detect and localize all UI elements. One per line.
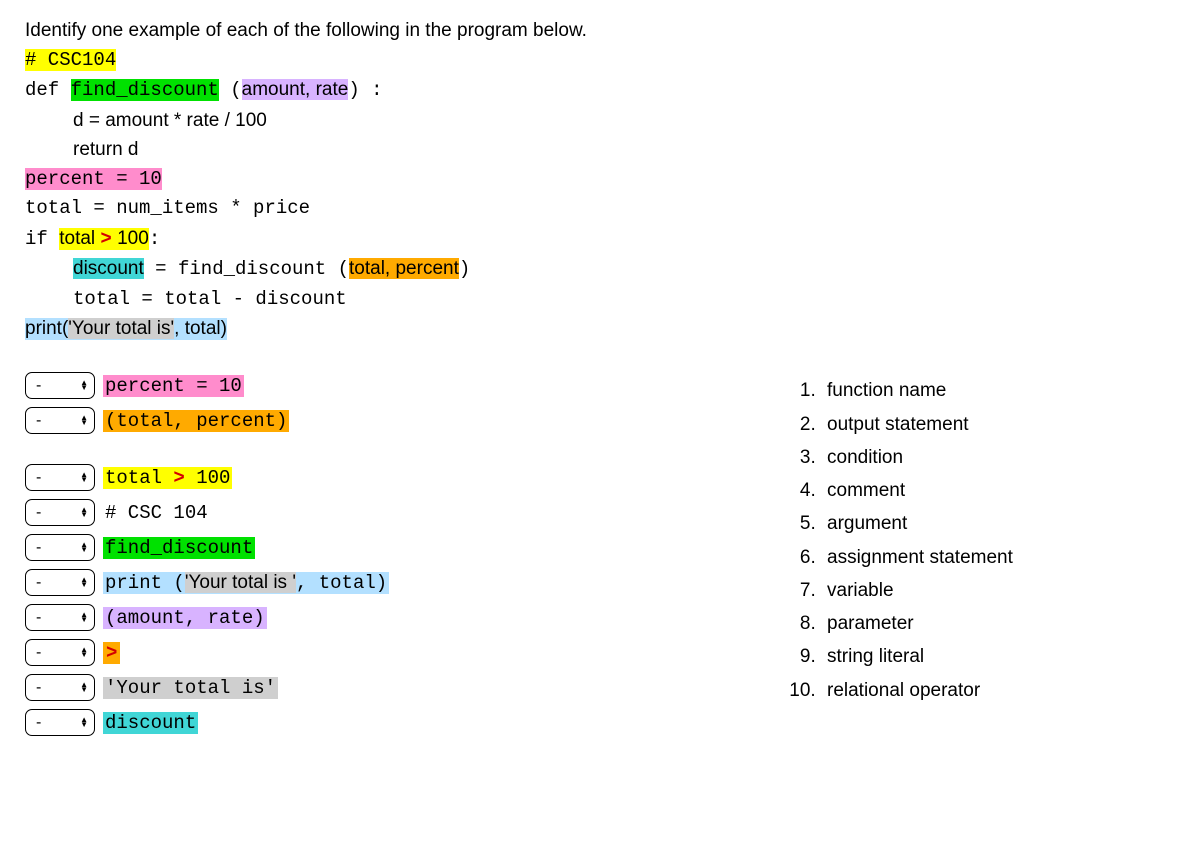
match-label: find_discount [103, 537, 255, 559]
stepper-icon: ▲▼ [80, 648, 88, 657]
stepper-icon: ▲▼ [80, 381, 88, 390]
dropdown-selector[interactable]: - ▲▼ [25, 639, 95, 666]
code-text: def [25, 79, 71, 101]
code-text: : [149, 228, 160, 250]
stepper-icon: ▲▼ [80, 416, 88, 425]
code-block: # CSC104 def find_discount (amount, rate… [25, 46, 1175, 344]
answer-item: condition [821, 441, 1013, 474]
answer-item: assignment statement [821, 541, 1013, 574]
dropdown-value: - [36, 377, 55, 395]
answer-item: relational operator [821, 674, 1013, 707]
dropdown-selector[interactable]: - ▲▼ [25, 534, 95, 561]
match-label: (total, percent) [103, 410, 289, 432]
code-operator: > [100, 228, 111, 250]
answer-item: function name [821, 374, 1013, 407]
code-params: amount, rate [242, 79, 349, 100]
code-text: total = total - discount [25, 285, 1175, 314]
code-assignment: percent = 10 [25, 168, 162, 190]
match-row: - ▲▼ # CSC 104 [25, 499, 755, 526]
code-text: d = amount * rate / 100 [25, 106, 1175, 135]
match-label: percent = 10 [103, 375, 244, 397]
stepper-icon: ▲▼ [80, 578, 88, 587]
stepper-icon: ▲▼ [80, 683, 88, 692]
code-comment: # CSC104 [25, 49, 116, 71]
match-label: (amount, rate) [103, 607, 267, 629]
answer-item: argument [821, 507, 1013, 540]
match-row: - ▲▼ (amount, rate) [25, 604, 755, 631]
dropdown-value: - [36, 412, 55, 430]
dropdown-selector[interactable]: - ▲▼ [25, 464, 95, 491]
stepper-icon: ▲▼ [80, 473, 88, 482]
code-text: return d [25, 135, 1175, 164]
question-prompt: Identify one example of each of the foll… [25, 20, 1175, 42]
code-text: if [25, 228, 59, 250]
answer-item: variable [821, 574, 1013, 607]
code-condition: total > 100 [59, 228, 149, 250]
dropdown-selector[interactable]: - ▲▼ [25, 569, 95, 596]
match-row: - ▲▼ > [25, 639, 755, 666]
match-label: 'Your total is' [103, 677, 278, 699]
code-variable: discount [73, 258, 144, 279]
match-row: - ▲▼ print ('Your total is ', total) [25, 569, 755, 596]
match-row: - ▲▼ percent = 10 [25, 372, 755, 399]
dropdown-value: - [36, 609, 55, 627]
dropdown-selector[interactable]: - ▲▼ [25, 604, 95, 631]
match-row: - ▲▼ find_discount [25, 534, 755, 561]
dropdown-selector[interactable]: - ▲▼ [25, 674, 95, 701]
dropdown-selector[interactable]: - ▲▼ [25, 499, 95, 526]
code-text: ) [459, 258, 470, 280]
match-label: total > 100 [103, 467, 232, 489]
match-label: # CSC 104 [103, 502, 210, 524]
dropdown-selector[interactable]: - ▲▼ [25, 407, 95, 434]
code-text: = find_discount ( [144, 258, 349, 280]
match-row: - ▲▼ (total, percent) [25, 407, 755, 434]
stepper-icon: ▲▼ [80, 508, 88, 517]
dropdown-value: - [36, 504, 55, 522]
dropdown-value: - [36, 539, 55, 557]
code-string: 'Your total is' [68, 318, 174, 339]
dropdown-value: - [36, 644, 55, 662]
match-row: - ▲▼ total > 100 [25, 464, 755, 491]
answer-item: comment [821, 474, 1013, 507]
stepper-icon: ▲▼ [80, 718, 88, 727]
code-fnname: find_discount [71, 79, 219, 101]
answer-item: output statement [821, 408, 1013, 441]
code-output: print('Your total is', total) [25, 318, 227, 340]
answer-item: string literal [821, 640, 1013, 673]
match-row: - ▲▼ 'Your total is' [25, 674, 755, 701]
matching-column: - ▲▼ percent = 10 - ▲▼ (total, percent) … [25, 372, 755, 744]
dropdown-value: - [36, 469, 55, 487]
stepper-icon: ▲▼ [80, 543, 88, 552]
match-label: print ('Your total is ', total) [103, 572, 389, 594]
code-text: ) : [348, 79, 382, 101]
code-args: total, percent [349, 258, 459, 279]
dropdown-value: - [36, 679, 55, 697]
code-text: total = num_items * price [25, 194, 1175, 223]
answer-item: parameter [821, 607, 1013, 640]
dropdown-value: - [36, 574, 55, 592]
match-label: > [103, 642, 120, 664]
match-label: discount [103, 712, 198, 734]
dropdown-selector[interactable]: - ▲▼ [25, 709, 95, 736]
code-text: ( [219, 79, 242, 101]
answer-key: function name output statement condition… [795, 372, 1013, 707]
stepper-icon: ▲▼ [80, 613, 88, 622]
dropdown-value: - [36, 714, 55, 732]
match-row: - ▲▼ discount [25, 709, 755, 736]
dropdown-selector[interactable]: - ▲▼ [25, 372, 95, 399]
